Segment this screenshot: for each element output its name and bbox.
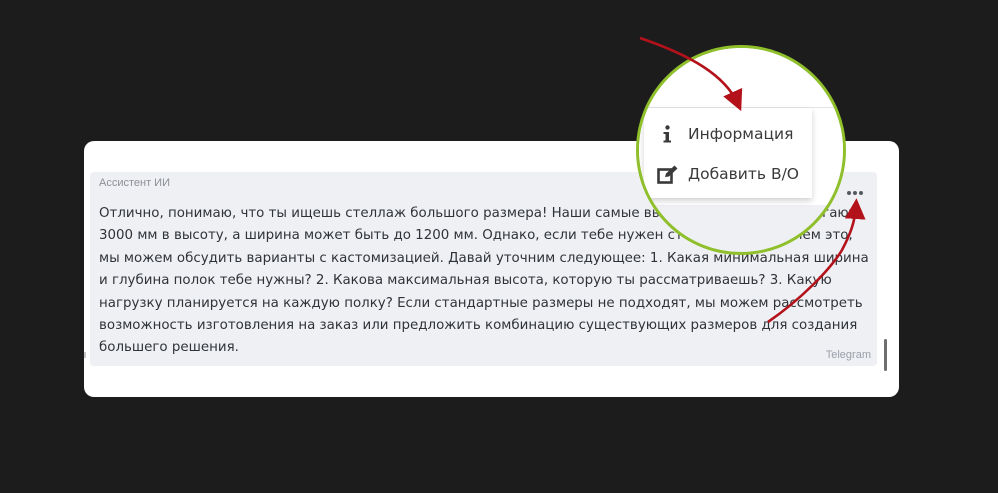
menu-item-info-label: Информация (688, 125, 794, 143)
menu-item-add-vo[interactable]: Добавить В/О (656, 161, 799, 187)
menu-item-info[interactable]: Информация (656, 121, 793, 147)
zoom-callout: Информация Добавить В/О (636, 45, 846, 255)
card-edge-mark (84, 352, 86, 358)
message-more-button[interactable] (844, 186, 866, 200)
context-menu: Информация Добавить В/О (644, 108, 812, 198)
more-dots-icon (847, 191, 851, 195)
message-sender: Ассистент ИИ (99, 177, 170, 189)
message-source: Telegram (825, 349, 871, 361)
scrollbar-thumb[interactable] (884, 339, 887, 371)
edit-icon (656, 164, 678, 184)
menu-item-add-vo-label: Добавить В/О (688, 165, 800, 183)
info-icon (656, 124, 678, 144)
